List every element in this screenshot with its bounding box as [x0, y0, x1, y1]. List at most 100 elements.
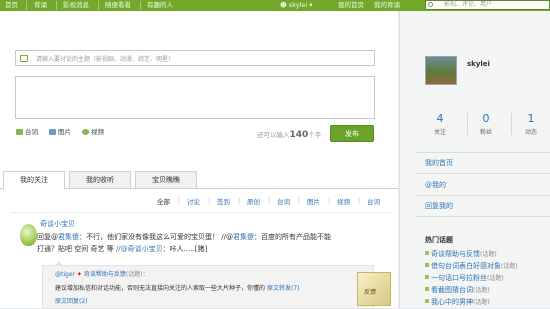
bullet-icon [425, 299, 429, 303]
post-avatar[interactable] [20, 224, 37, 246]
sidebar-link-mentions[interactable]: @我的 [425, 180, 446, 190]
nav-separator [140, 1, 141, 10]
nav-separator [98, 1, 99, 10]
stat-activity-label: 动态 [524, 129, 537, 136]
stat-follow-count[interactable]: 4 [425, 112, 455, 125]
mention-link[interactable]: 君集傻 [58, 233, 79, 241]
hot-topic-tag: (话题) [501, 263, 518, 270]
link-my-home[interactable]: 我的首页 [338, 1, 364, 10]
mention-link[interactable]: 君集傻 [233, 233, 254, 241]
quote-reply-link[interactable]: 原文回复(2) [55, 298, 88, 305]
link-my-recite[interactable]: 我的背诵 [374, 1, 400, 10]
nav-recite[interactable]: 背诵 [34, 1, 47, 10]
filter-separator: | [208, 196, 211, 204]
hot-topics-title: 热门话题 [425, 236, 453, 244]
quote-thumbnail[interactable]: 反馈 [357, 272, 391, 306]
filter-discuss[interactable]: 讨论 [187, 196, 200, 206]
filter-image[interactable]: 图片 [307, 196, 320, 206]
feed-item: 奇谈小宝贝 回复@君集傻：不行，他们家没有像我这么可爱的宝贝蛋！ //@君集傻：… [12, 212, 392, 309]
feed-tabs: 我的关注 我的收听 宝贝瞧瞧 [0, 171, 398, 189]
filter-quote-2[interactable]: 台词 [367, 196, 380, 206]
sidebar-username[interactable]: skylei [467, 60, 490, 68]
filter-separator: | [328, 196, 331, 204]
filter-separator: | [238, 196, 241, 204]
hot-topic-item[interactable]: 看截图猜台词(话题) [425, 285, 490, 295]
post-author[interactable]: 奇谈小宝贝 [40, 219, 75, 229]
post-text: ：咔人.....[猪] [162, 245, 208, 253]
post-text: 打通？貼吧 [37, 245, 72, 253]
hot-topic-name: 我心中的男神 [431, 298, 473, 306]
quote-user-link[interactable]: @tiger [55, 271, 75, 278]
tool-video[interactable]: 视频 [82, 126, 104, 136]
nav-interesting-people[interactable]: 有趣的人 [147, 1, 173, 10]
counter-suffix: 个字 [308, 131, 322, 139]
filter-original[interactable]: 原创 [247, 196, 260, 206]
search-icon[interactable] [428, 2, 433, 7]
quote-badge-icon: ✦ [76, 271, 82, 278]
hot-topic-item[interactable]: 借句台词表白好感对象(话题) [425, 261, 518, 271]
stat-activity-count[interactable]: 1 [516, 112, 546, 125]
filter-checkin[interactable]: 签到 [217, 196, 230, 206]
post-text: 等 [106, 245, 114, 253]
hot-topic-tag: (话题) [487, 275, 504, 282]
nav-movie-news[interactable]: 影视消息 [63, 1, 89, 10]
nav-browse[interactable]: 随便看看 [105, 1, 131, 10]
nav-separator [26, 1, 27, 10]
char-counter: 还可以输入140个字 [257, 129, 321, 140]
filter-all[interactable]: 全部 [157, 196, 170, 206]
quote-arrow [55, 261, 63, 266]
search-input[interactable]: 影视、评论、用户 [425, 0, 550, 10]
post-textarea[interactable] [15, 76, 375, 119]
sidebar-link-my-home[interactable]: 我的首页 [425, 158, 453, 168]
tab-my-follows[interactable]: 我的关注 [3, 171, 65, 189]
tool-quote[interactable]: 台词 [16, 126, 38, 136]
hot-topic-tag: (话题) [473, 287, 490, 294]
quote-reply: 原文回复(2) [55, 296, 88, 305]
quote-topic-link[interactable]: 奇谈帮助与反馈 [84, 271, 126, 278]
thumbnail-sign-text: 反馈 [364, 289, 377, 296]
filter-quote[interactable]: 台词 [277, 196, 290, 206]
hot-topic-item[interactable]: 一句话口号拉粉丝(话题) [425, 273, 504, 283]
avatar-icon: ☻ [280, 1, 289, 9]
quote-forward-link[interactable]: 原文转发(7) [267, 285, 300, 292]
filter-separator: | [298, 196, 301, 204]
stat-separator [511, 113, 512, 135]
filter-video[interactable]: 视频 [337, 196, 350, 206]
sidebar-divider [415, 195, 550, 196]
hot-topic-tag: (话题) [473, 299, 490, 306]
hot-topic-name: 借句台词表白好感对象 [431, 262, 501, 270]
tool-image-label: 图片 [58, 128, 71, 136]
hot-topic-tag: (话题) [480, 251, 497, 258]
mention-link[interactable]: //@奇谈小宝贝 [116, 245, 163, 253]
profile-avatar[interactable] [425, 56, 457, 85]
tool-quote-label: 台词 [25, 128, 38, 136]
post-text: ：不行，他们家没有像我这么可爱的宝贝蛋！ //@ [79, 233, 233, 241]
hot-topic-item[interactable]: 奇谈帮助与反馈(话题) [425, 249, 497, 259]
topic-input[interactable]: 请输入要讨论的主题（影视剧、动漫、综艺、明星） [15, 50, 375, 66]
tab-my-listens[interactable]: 我的收听 [69, 171, 131, 188]
hot-topic-item[interactable]: 我心中的男神(话题) [425, 297, 490, 307]
feed-filters: 全部 | 讨论 | 签到 | 原创 | 台词 | 图片 | 视频 | 台词 [0, 196, 398, 206]
post-text: 奇艺 [90, 245, 105, 253]
hot-topic-name: 一句话口号拉粉丝 [431, 274, 487, 282]
nav-home[interactable]: 首页 [5, 1, 18, 10]
stat-separator [467, 113, 468, 135]
bullet-icon [425, 275, 429, 279]
counter-prefix: 还可以输入 [257, 131, 290, 139]
hot-topic-name: 看截图猜台词 [431, 286, 473, 294]
topic-placeholder: 请输入要讨论的主题（影视剧、动漫、综艺、明星） [36, 56, 175, 63]
top-username: skylei [288, 1, 308, 9]
post-text-line-1: 回复@君集傻：不行，他们家没有像我这么可爱的宝贝蛋！ //@君集傻：百度的所有产… [37, 232, 331, 242]
user-menu[interactable]: ☻ skylei ▾ [280, 1, 313, 10]
quote-header: @tiger ✦ 奇谈帮助与反馈(话题)： [55, 269, 149, 278]
quote-body: 建议增加私信和对话功能，否则无法直接向关注的人索取一些大片种子，你懂的 [55, 285, 266, 292]
sidebar-link-replies[interactable]: 回复我的 [425, 201, 453, 211]
stat-fans-count[interactable]: 0 [471, 112, 501, 125]
post-text: 回复@ [37, 233, 58, 241]
post-text: 空间 [74, 245, 89, 253]
tool-image[interactable]: 图片 [49, 126, 71, 136]
publish-button[interactable]: 发布 [330, 125, 374, 142]
hot-topic-name: 奇谈帮助与反馈 [431, 250, 480, 258]
tab-baby-look[interactable]: 宝贝瞧瞧 [135, 171, 197, 188]
video-icon [82, 129, 89, 135]
